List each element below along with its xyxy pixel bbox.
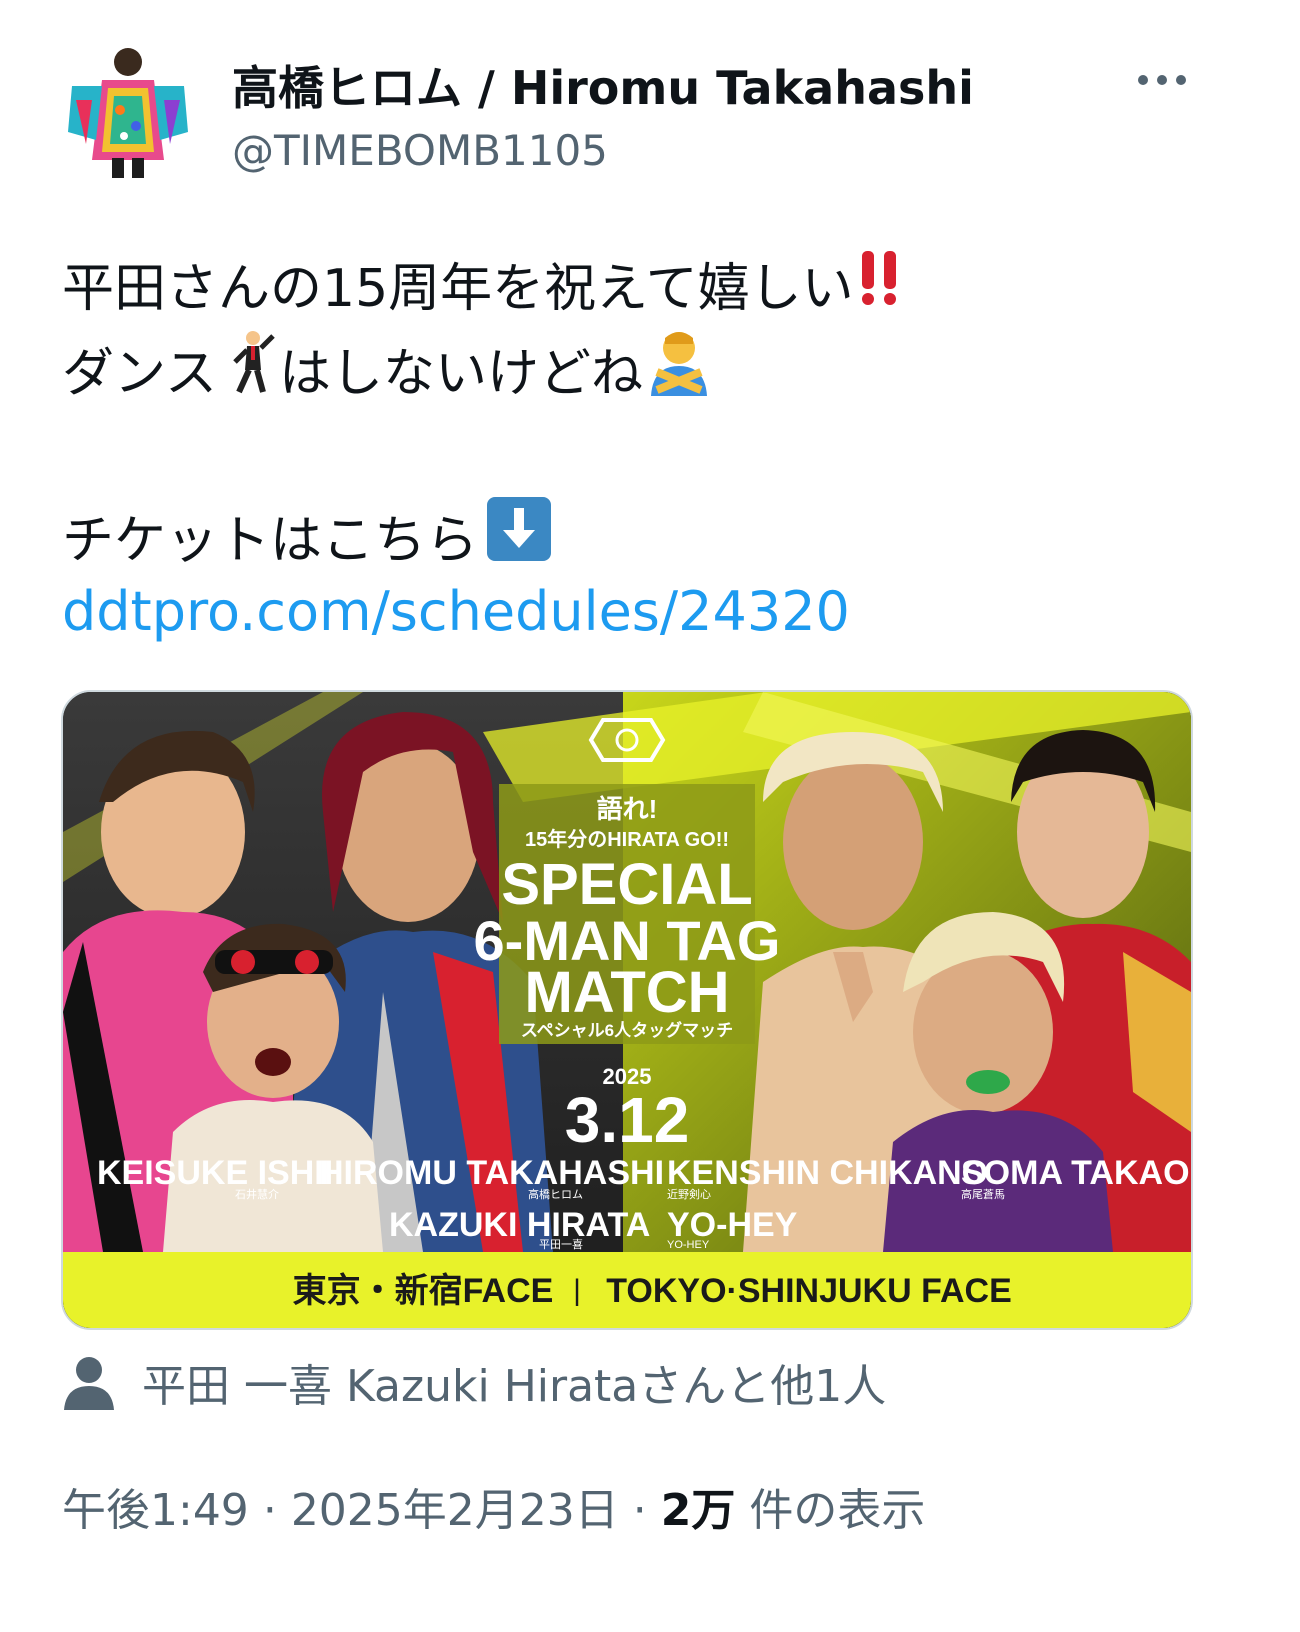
- tweet: 高橋ヒロム / Hiromu Takahashi @TIMEBOMB1105 平…: [0, 0, 1300, 1632]
- user-handle[interactable]: @TIMEBOMB1105: [232, 126, 608, 175]
- tweet-date[interactable]: 2025年2月23日: [291, 1485, 619, 1536]
- tweet-text: ダンス: [62, 344, 217, 404]
- tweet-text-line-2: ダンス はしないけどね: [62, 328, 715, 409]
- views-count: 2万: [660, 1485, 736, 1536]
- tweet-text-line-1: 平田さんの15周年を祝えて嬉しい: [62, 246, 906, 321]
- meta-separator: ·: [632, 1485, 647, 1536]
- double-exclamation-icon: [854, 247, 906, 320]
- tweet-media-image[interactable]: 語れ! 15年分のHIRATA GO!! SPECIAL 6-MAN TAG M…: [61, 690, 1193, 1330]
- tweet-text: チケットはこちら: [62, 511, 479, 571]
- venue-english: TOKYO·SHINJUKU FACE: [606, 1272, 1012, 1310]
- avatar[interactable]: [62, 40, 194, 180]
- wrestler-name: KAZUKI HIRATA: [389, 1206, 650, 1244]
- tweet-text-line-3: チケットはこちら: [62, 496, 552, 575]
- wrestler-kana: YO-HEY: [667, 1239, 710, 1251]
- poster-date: 3.12: [565, 1084, 690, 1156]
- wrestler-name: HIROMU TAKAHASHI: [319, 1154, 664, 1192]
- more-options-button[interactable]: [1124, 58, 1200, 102]
- man-dancing-icon: [217, 330, 279, 407]
- wrestler-kana: 平田一喜: [539, 1238, 583, 1251]
- venue-separator: |: [573, 1274, 581, 1307]
- tagged-users-text: 平田 一喜 Kazuki Hirataさんと他1人: [142, 1361, 887, 1412]
- poster-header-line-1: 語れ!: [597, 794, 658, 824]
- wrestler-kana: 高橋ヒロム: [528, 1187, 583, 1201]
- poster-header-line-2: 15年分のHIRATA GO!!: [525, 827, 729, 851]
- display-name[interactable]: 高橋ヒロム / Hiromu Takahashi: [232, 52, 974, 118]
- event-poster: 語れ! 15年分のHIRATA GO!! SPECIAL 6-MAN TAG M…: [63, 692, 1191, 1328]
- tweet-text: 平田さんの15周年を祝えて嬉しい: [62, 259, 854, 319]
- wrestler-kana: 高尾蒼馬: [961, 1187, 1005, 1201]
- poster-title-line-1: SPECIAL: [501, 852, 752, 917]
- tweet-text: はしないけどね: [278, 344, 643, 404]
- tagged-users[interactable]: 平田 一喜 Kazuki Hirataさんと他1人: [62, 1350, 886, 1414]
- person-gesturing-no-icon: [643, 328, 715, 409]
- wrestler-name: KEISUKE ISHII: [97, 1154, 333, 1192]
- ticket-link[interactable]: ddtpro.com/schedules/24320: [62, 580, 850, 643]
- poster-title-line-3: MATCH: [524, 960, 729, 1025]
- meta-separator: ·: [262, 1485, 277, 1536]
- tweet-time[interactable]: 午後1:49: [62, 1485, 249, 1536]
- more-horizontal-icon: [1138, 75, 1148, 85]
- tweet-meta: 午後1:49 · 2025年2月23日 · 2万 件の表示: [62, 1474, 925, 1538]
- views-label: 件の表示: [749, 1485, 926, 1536]
- avatar-image: [62, 40, 194, 180]
- wrestler-name: KENSHIN CHIKANO: [667, 1154, 988, 1192]
- venue-japanese: 東京・新宿FACE: [293, 1272, 554, 1310]
- more-dot: [1176, 75, 1186, 85]
- down-arrow-icon: [486, 496, 552, 575]
- wrestler-kana: 近野剣心: [667, 1188, 711, 1201]
- wrestler-kana: 石井慧介: [235, 1187, 279, 1201]
- wrestler-name: SOMA TAKAO: [961, 1154, 1190, 1192]
- more-dot: [1157, 75, 1167, 85]
- person-icon: [64, 1357, 114, 1410]
- poster-subtitle: スペシャル6人タッグマッチ: [521, 1020, 733, 1040]
